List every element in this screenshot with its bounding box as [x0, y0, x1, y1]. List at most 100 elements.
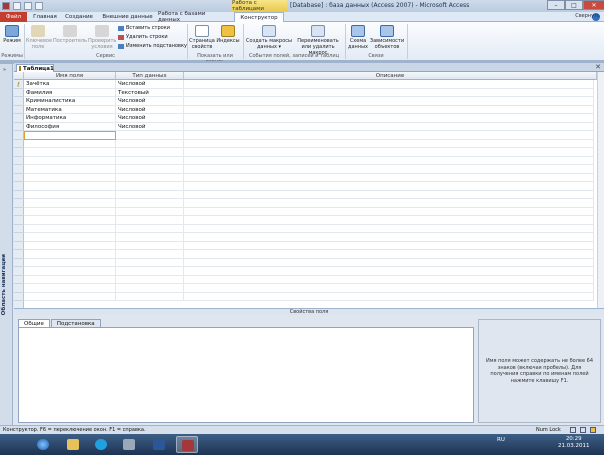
row-selector[interactable] [14, 148, 24, 157]
data-type-cell[interactable] [116, 131, 184, 140]
document-tab[interactable]: Таблица1 [16, 64, 54, 72]
view-mode-button[interactable]: Режим [2, 25, 22, 44]
redo-icon[interactable] [35, 2, 43, 10]
primary-key-button[interactable]: Ключевое поле [26, 25, 52, 50]
row-selector[interactable] [14, 267, 24, 276]
description-cell[interactable] [184, 97, 594, 106]
description-cell[interactable] [184, 182, 594, 191]
description-cell[interactable] [184, 131, 594, 140]
field-name-cell[interactable] [24, 165, 116, 174]
language-indicator[interactable]: RU [497, 437, 505, 443]
field-name-cell[interactable] [24, 199, 116, 208]
system-clock[interactable]: 20:29 21.03.2011 [558, 436, 590, 450]
field-name-cell[interactable]: Философия [24, 122, 116, 131]
row-selector[interactable] [14, 191, 24, 199]
tab-file[interactable]: Файл [0, 12, 27, 22]
field-name-cell[interactable]: Информатика [24, 114, 116, 123]
table-row[interactable] [24, 173, 594, 182]
field-name-cell[interactable] [24, 148, 116, 157]
row-selector[interactable] [14, 233, 24, 242]
field-name-cell[interactable] [24, 233, 116, 242]
maximize-button[interactable]: □ [565, 0, 583, 10]
table-row[interactable] [24, 156, 594, 165]
row-selector[interactable] [14, 123, 24, 131]
data-type-cell[interactable] [116, 216, 184, 225]
field-name-cell[interactable] [24, 267, 116, 276]
field-name-cell[interactable] [24, 241, 116, 250]
taskbar-word[interactable] [148, 436, 170, 453]
description-cell[interactable] [184, 267, 594, 276]
row-selector[interactable] [14, 165, 24, 174]
collapse-ribbon-link[interactable]: Свернуть [575, 13, 600, 19]
row-selector[interactable] [14, 250, 24, 259]
row-selector[interactable] [14, 106, 24, 114]
data-type-cell[interactable] [116, 165, 184, 174]
close-button[interactable]: ✕ [583, 0, 604, 10]
field-name-cell[interactable]: Фамилия [24, 88, 116, 97]
data-type-cell[interactable] [116, 207, 184, 216]
row-selector[interactable] [14, 157, 24, 165]
object-dependencies-button[interactable]: Зависимости объектов [369, 25, 405, 50]
data-type-cell[interactable] [116, 284, 184, 293]
description-cell[interactable] [184, 275, 594, 284]
taskbar-skype[interactable] [90, 436, 112, 453]
description-cell[interactable] [184, 80, 594, 89]
field-name-cell[interactable] [24, 275, 116, 284]
data-type-cell[interactable] [116, 292, 184, 301]
table-row[interactable] [24, 250, 594, 259]
taskbar-explorer[interactable] [62, 436, 84, 453]
row-selector[interactable] [14, 199, 24, 208]
table-row[interactable] [24, 292, 594, 301]
table-row[interactable] [24, 199, 594, 208]
relationships-button[interactable]: Схема данных [347, 25, 369, 50]
field-name-cell[interactable] [24, 250, 116, 259]
data-type-cell[interactable] [116, 224, 184, 233]
row-selector[interactable] [14, 97, 24, 106]
data-type-cell[interactable]: Числовой [116, 97, 184, 106]
row-selector[interactable] [14, 259, 24, 267]
field-name-cell[interactable]: Криминалистика [24, 97, 116, 106]
field-name-cell[interactable] [24, 216, 116, 225]
description-cell[interactable] [184, 105, 594, 114]
rename-delete-macro-button[interactable]: Переименовать или удалить макрос [293, 25, 343, 56]
row-selector[interactable] [14, 182, 24, 191]
data-type-cell[interactable] [116, 250, 184, 259]
close-document-icon[interactable]: ✕ [595, 63, 601, 71]
field-name-cell[interactable] [24, 224, 116, 233]
data-type-cell[interactable] [116, 190, 184, 199]
design-view-icon[interactable] [590, 427, 596, 433]
create-data-macros-button[interactable]: Создать макросы данных ▾ [245, 25, 293, 50]
data-type-cell[interactable] [116, 267, 184, 276]
property-sheet-button[interactable]: Страница свойств [189, 25, 215, 50]
description-cell[interactable] [184, 207, 594, 216]
table-row[interactable] [24, 224, 594, 233]
description-cell[interactable] [184, 216, 594, 225]
table-row[interactable] [24, 241, 594, 250]
table-row[interactable]: Зачётка Числовой [24, 80, 594, 89]
table-row[interactable] [24, 284, 594, 293]
data-type-cell[interactable]: Числовой [116, 80, 184, 89]
description-cell[interactable] [184, 114, 594, 123]
table-row[interactable] [24, 275, 594, 284]
table-row[interactable] [24, 233, 594, 242]
description-cell[interactable] [184, 88, 594, 97]
expand-nav-icon[interactable]: » [3, 67, 10, 74]
table-row[interactable] [24, 131, 594, 140]
description-cell[interactable] [184, 199, 594, 208]
vertical-scrollbar[interactable] [597, 72, 604, 308]
data-type-cell[interactable]: Текстовый [116, 88, 184, 97]
row-selector[interactable] [14, 293, 24, 301]
description-cell[interactable] [184, 165, 594, 174]
description-cell[interactable] [184, 148, 594, 157]
row-selector[interactable] [14, 208, 24, 216]
tab-home[interactable]: Главная [30, 12, 60, 22]
field-name-cell[interactable] [24, 156, 116, 165]
data-type-cell[interactable] [116, 233, 184, 242]
insert-rows-button[interactable]: Вставить строки [118, 25, 170, 31]
table-row[interactable]: Информатика Числовой [24, 114, 594, 123]
row-selector[interactable] [14, 114, 24, 123]
data-type-cell[interactable] [116, 173, 184, 182]
table-row[interactable] [24, 165, 594, 174]
data-type-cell[interactable] [116, 275, 184, 284]
tab-external-data[interactable]: Внешние данные [100, 12, 155, 22]
